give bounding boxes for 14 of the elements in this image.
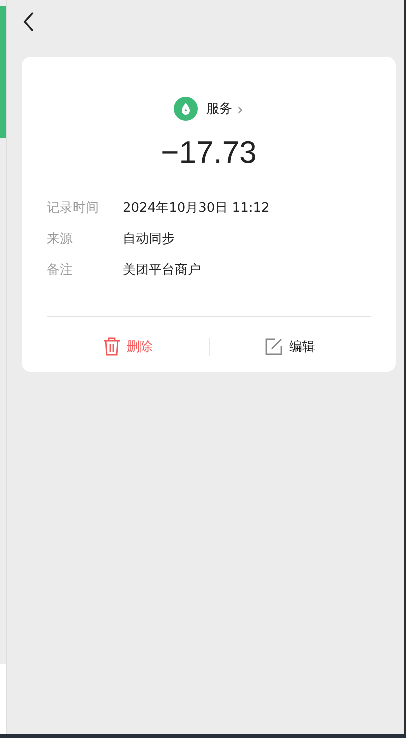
detail-label: 备注 bbox=[47, 262, 74, 279]
detail-label: 来源 bbox=[47, 231, 74, 248]
chevron-icon: › bbox=[237, 100, 244, 118]
amount-text: −17.73 bbox=[160, 135, 258, 171]
detail-value: 2024年10月30日 11:12 bbox=[123, 200, 270, 217]
edit-button[interactable]: 编辑 bbox=[261, 336, 320, 358]
detail-value: 美团平台商户 bbox=[123, 262, 201, 279]
category-icon bbox=[174, 97, 198, 121]
category-link[interactable]: 服务 bbox=[206, 100, 232, 118]
detail-value: 自动同步 bbox=[123, 231, 175, 248]
back-icon[interactable] bbox=[23, 12, 35, 32]
edit-icon bbox=[265, 338, 284, 356]
trash-icon bbox=[102, 337, 121, 356]
detail-label: 记录时间 bbox=[47, 200, 100, 217]
